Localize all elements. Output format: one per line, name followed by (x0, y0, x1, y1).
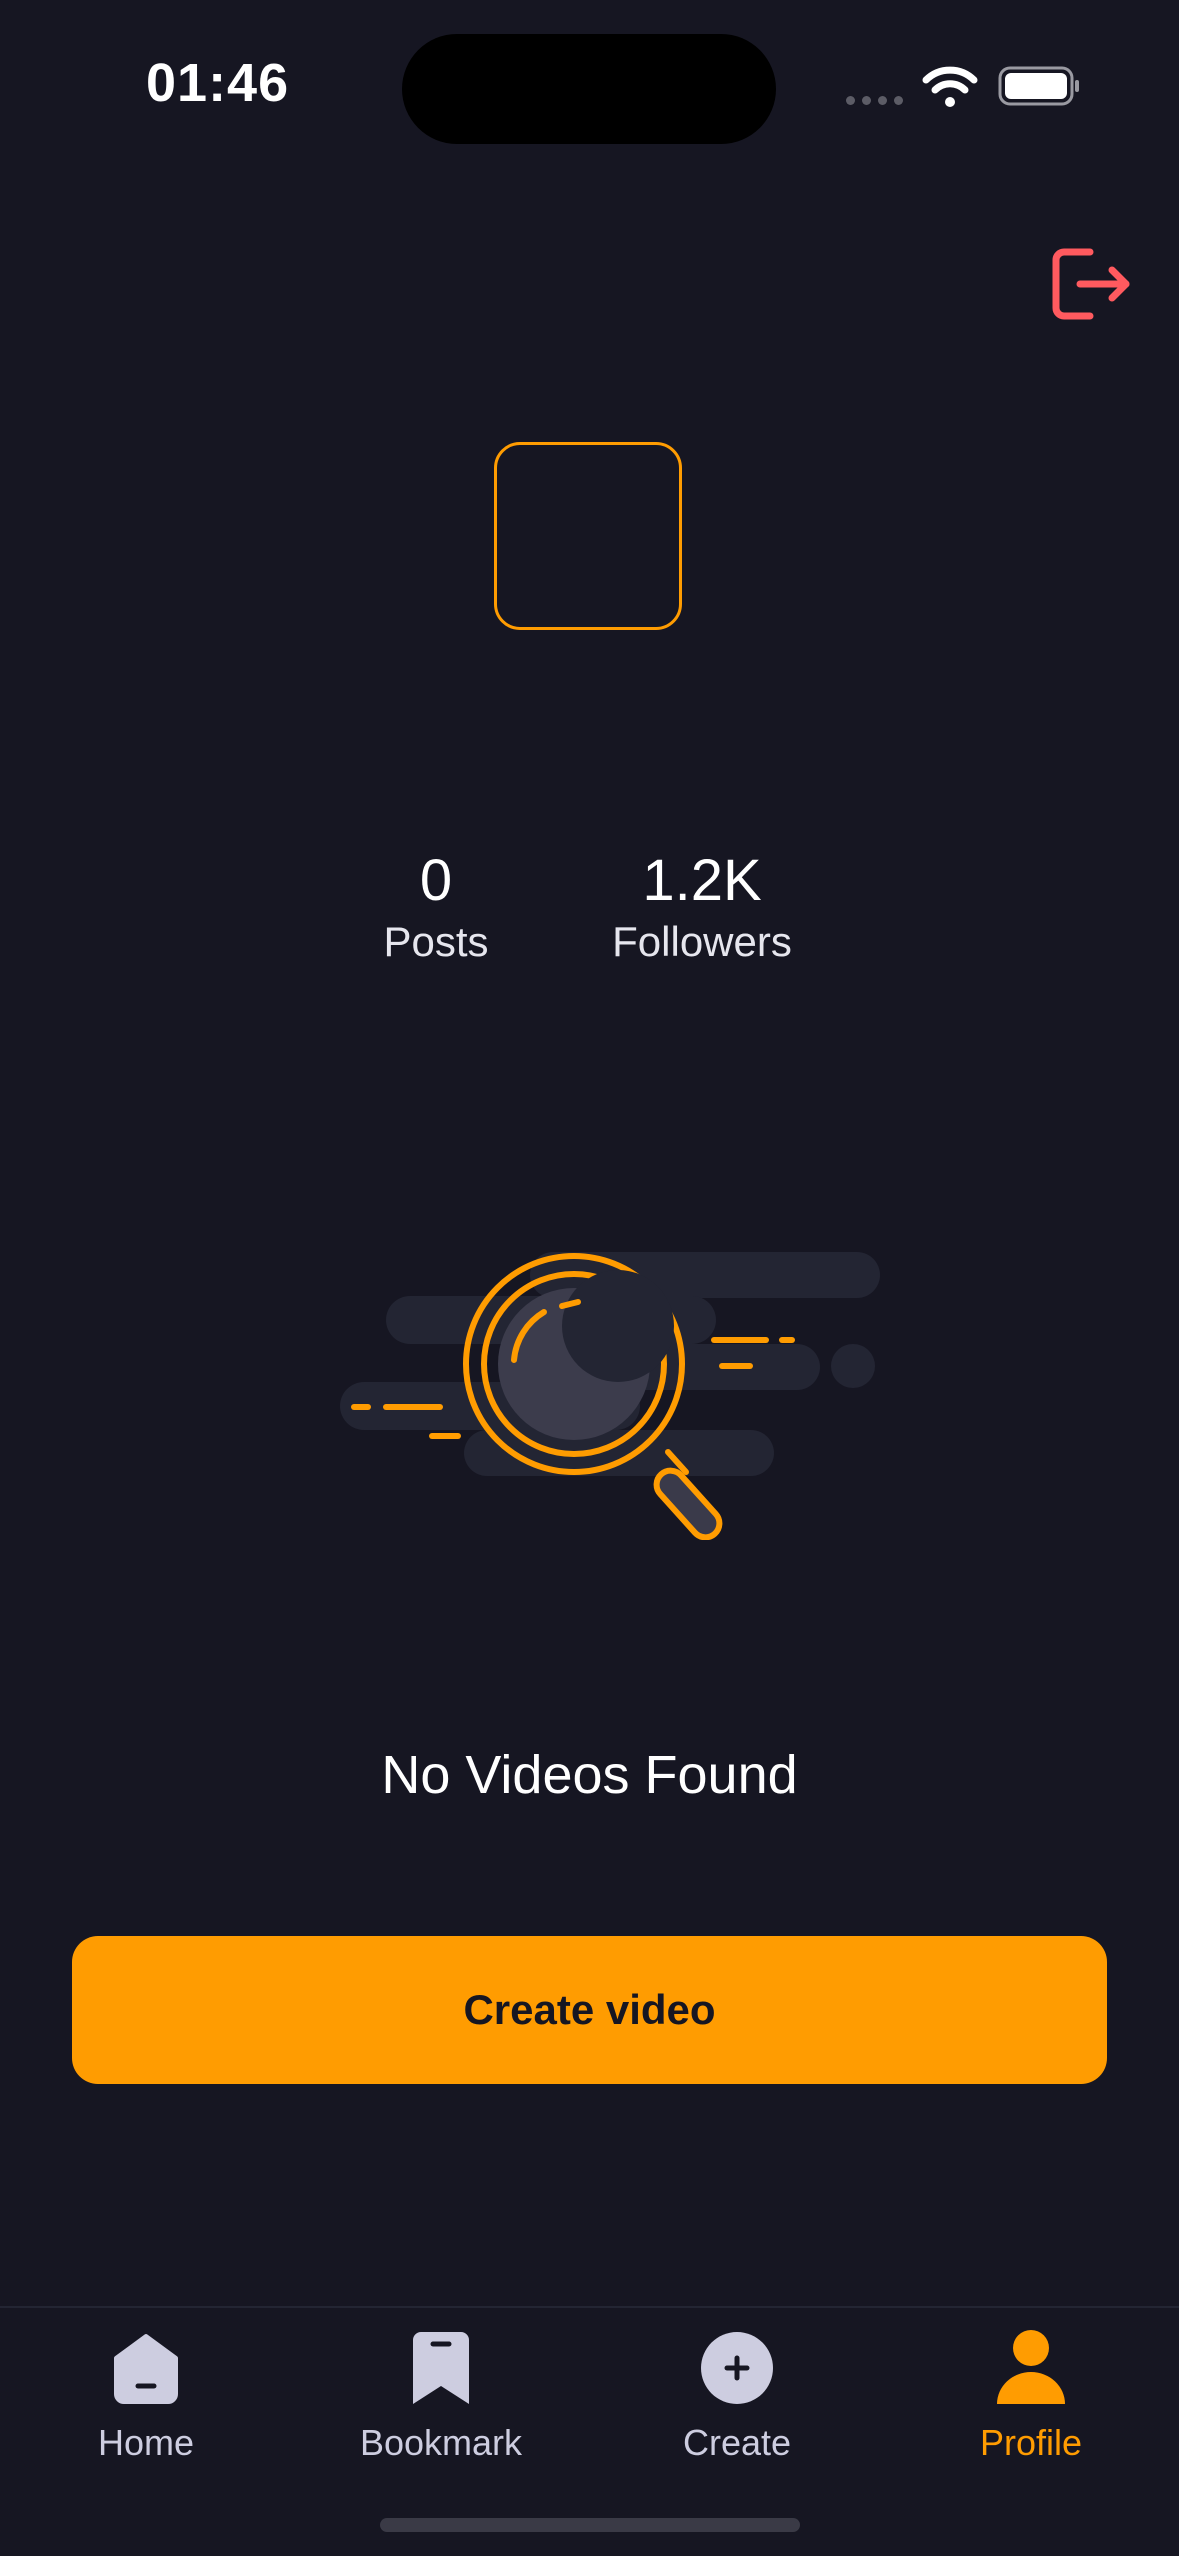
bookmark-icon (413, 2332, 469, 2404)
tab-profile-label: Profile (979, 2422, 1083, 2463)
tab-bookmark-label: Bookmark (359, 2422, 523, 2463)
plus-circle-icon (701, 2332, 773, 2404)
battery-icon (998, 66, 1079, 106)
cellular-signal-icon (846, 96, 903, 105)
tab-home[interactable]: Home (21, 2328, 271, 2464)
profile-screen: 01:46 0 Posts 1.2K Followers No Videos F… (0, 0, 1179, 2556)
home-icon (114, 2334, 178, 2404)
tab-bookmark[interactable]: Bookmark (316, 2328, 566, 2464)
profile-icon (997, 2330, 1065, 2404)
logout-icon[interactable] (1050, 246, 1134, 322)
posts-count: 0 (419, 848, 453, 913)
magnifying-glass-illustration-icon (340, 1252, 880, 1540)
tab-home-label: Home (97, 2422, 195, 2463)
empty-state-title: No Videos Found (381, 1745, 798, 1805)
create-video-button[interactable]: Create video (72, 1936, 1107, 2084)
wifi-icon (922, 66, 978, 107)
home-indicator (380, 2518, 800, 2532)
avatar (494, 442, 682, 630)
posts-label: Posts (383, 918, 489, 965)
status-time: 01:46 (146, 53, 290, 113)
followers-count: 1.2K (642, 848, 762, 913)
dynamic-island (402, 34, 776, 144)
tab-profile[interactable]: Profile (906, 2328, 1156, 2464)
followers-label: Followers (612, 918, 792, 965)
stat-posts: 0 Posts (336, 846, 536, 968)
tab-create-label: Create (682, 2422, 792, 2463)
stat-followers: 1.2K Followers (582, 846, 822, 968)
tab-create[interactable]: Create (612, 2328, 862, 2464)
